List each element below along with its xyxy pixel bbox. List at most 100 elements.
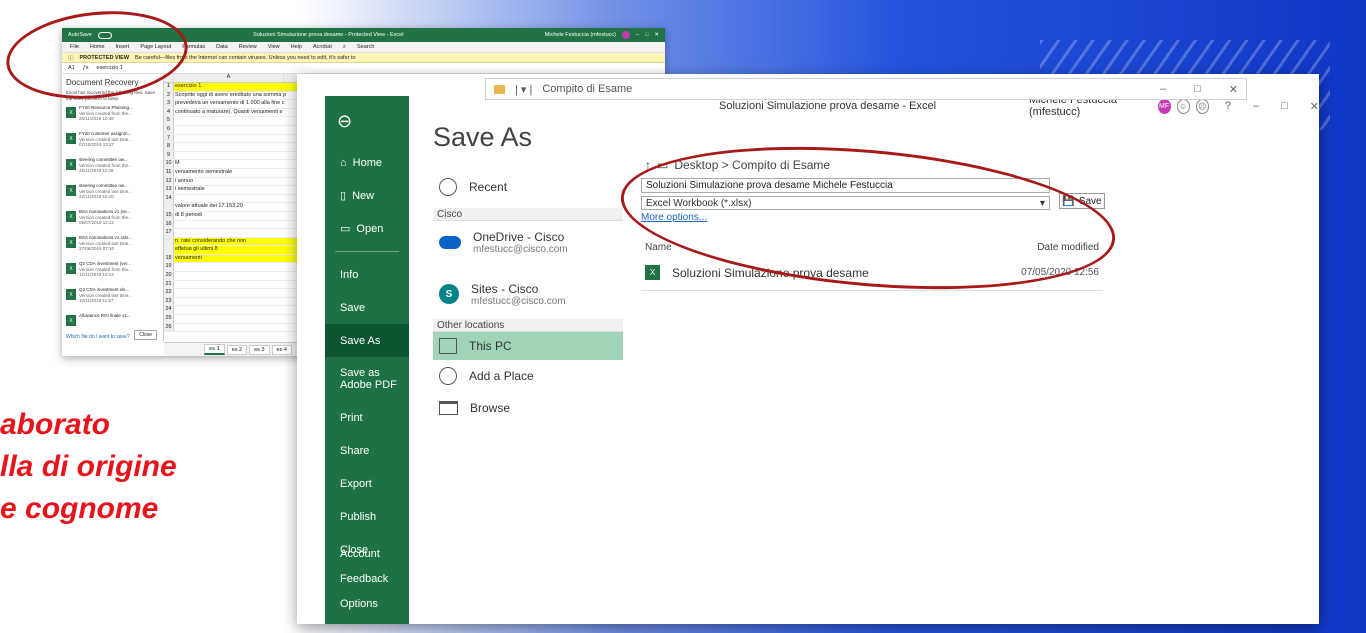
row-number[interactable]: 26 — [164, 323, 174, 332]
row-number[interactable]: 24 — [164, 306, 174, 315]
cell-a[interactable] — [174, 281, 284, 289]
ribbon-tab[interactable]: Home — [90, 44, 105, 50]
column-name[interactable]: Name — [645, 242, 672, 253]
cell-a[interactable] — [174, 195, 284, 203]
nav-print[interactable]: Print — [325, 401, 409, 434]
cell-a[interactable] — [174, 272, 284, 280]
cell-a[interactable]: effetua gli ultimi 8 — [174, 246, 284, 254]
smiley-icon[interactable]: ☺ — [1176, 98, 1190, 114]
minimize-icon[interactable]: – — [1160, 83, 1166, 96]
row-number[interactable]: 12 — [164, 177, 174, 186]
excel-backstage-window[interactable]: | ▾ | Compito di Esame – □ ✕ ⊖ ⌂ Home ▯ Ne… — [297, 74, 1319, 624]
ribbon-tab[interactable]: File — [70, 44, 79, 50]
row-number[interactable]: 5 — [164, 117, 174, 125]
file-type-select[interactable]: Excel Workbook (*.xlsx) ▾ — [641, 196, 1050, 210]
row-number[interactable]: 23 — [164, 297, 174, 306]
autosave-toggle[interactable] — [97, 31, 112, 39]
row-number[interactable]: 4 — [164, 108, 174, 117]
nav-save[interactable]: Save — [325, 291, 409, 324]
location-sites[interactable]: S Sites - Cisco mfestucc@cisco.com — [433, 273, 623, 315]
list-item[interactable]: X Soluzioni Simulazione prova desame 07/… — [641, 261, 1103, 291]
row-number[interactable]: 6 — [164, 125, 174, 134]
row-number[interactable]: 21 — [164, 280, 174, 289]
search-icon[interactable]: ⌕ — [343, 44, 346, 51]
back-maximize-icon[interactable]: □ — [645, 32, 648, 38]
row-number[interactable]: 9 — [164, 151, 174, 160]
ribbon-tab[interactable]: Help — [291, 44, 302, 50]
cell-a[interactable] — [174, 135, 284, 143]
row-number[interactable] — [164, 246, 174, 254]
recovery-file-item[interactable]: X FY20 Resource Planning... Version create… — [66, 105, 159, 127]
row-number[interactable]: 13 — [164, 186, 174, 194]
cell-a[interactable]: i annuo — [174, 178, 284, 186]
maximize-icon[interactable]: □ — [1194, 83, 1201, 96]
cell-a[interactable]: i semestrale — [174, 186, 284, 194]
row-number[interactable]: 14 — [164, 194, 174, 203]
row-number[interactable]: 25 — [164, 315, 174, 323]
cell-a[interactable] — [174, 289, 284, 297]
recovery-file-item[interactable]: X FY20 customer assignm... Version created… — [66, 131, 159, 153]
breadcrumb-path[interactable]: Desktop > Compito di Esame — [674, 158, 830, 172]
recovery-file-item[interactable]: X Q2 CDA investment (ver... Version create… — [66, 261, 159, 283]
cell-a[interactable] — [174, 306, 284, 314]
row-number[interactable]: 3 — [164, 100, 174, 108]
location-add-place[interactable]: Add a Place — [433, 360, 623, 392]
cell-a[interactable] — [174, 324, 284, 332]
nav-feedback[interactable]: Feedback — [325, 566, 409, 591]
row-number[interactable]: 19 — [164, 263, 174, 272]
cell-a[interactable] — [174, 263, 284, 271]
back-avatar[interactable] — [622, 31, 630, 39]
close-icon[interactable]: ✕ — [1229, 83, 1238, 96]
cell-a[interactable] — [174, 143, 284, 151]
ribbon-tab[interactable]: Formulas — [182, 44, 205, 50]
back-arrow-icon[interactable]: ⊖ — [325, 96, 409, 146]
ribbon-tab[interactable]: Insert — [116, 44, 130, 50]
nav-open[interactable]: ▭ Open — [325, 212, 409, 245]
cell-a[interactable] — [174, 298, 284, 306]
location-onedrive[interactable]: OneDrive - Cisco mfestucc@cisco.com — [433, 221, 623, 263]
ribbon-tab[interactable]: Acrobat — [313, 44, 332, 50]
nav-info[interactable]: Info — [325, 258, 409, 291]
recovery-file-item[interactable]: Xsteering committee ow... Version created… — [66, 183, 159, 205]
more-options-link[interactable]: More options... — [641, 212, 1106, 223]
minimize-icon[interactable]: – — [1253, 100, 1259, 112]
row-number[interactable]: 2 — [164, 91, 174, 100]
recovery-close-button[interactable]: Close — [134, 330, 157, 340]
column-date-modified[interactable]: Date modified — [1037, 242, 1099, 253]
cell-a[interactable] — [174, 315, 284, 323]
cell-a[interactable]: versamento semestrale — [174, 169, 284, 177]
location-recent[interactable]: Recent — [433, 166, 623, 208]
sheet-tab[interactable]: es 2 — [226, 344, 248, 355]
nav-export[interactable]: Export — [325, 467, 409, 500]
nav-new[interactable]: ▯ New — [325, 179, 409, 212]
help-icon[interactable]: ? — [1225, 100, 1231, 112]
nav-share[interactable]: Share — [325, 434, 409, 467]
cell-a[interactable]: continuato a maturare). Quanti versament… — [174, 109, 284, 117]
nav-home[interactable]: ⌂ Home — [325, 146, 409, 179]
ribbon-tab[interactable]: Data — [216, 44, 228, 50]
row-number[interactable]: 11 — [164, 168, 174, 177]
cell-a[interactable] — [174, 221, 284, 229]
back-minimize-icon[interactable]: – — [636, 32, 639, 38]
filename-input[interactable] — [641, 178, 1050, 193]
row-number[interactable]: 8 — [164, 143, 174, 151]
frown-icon[interactable]: ☹ — [1195, 98, 1209, 114]
recovery-file-item[interactable]: X Q2 CDA investment.xls... Version created… — [66, 287, 159, 309]
ribbon-tab[interactable]: Review — [239, 44, 257, 50]
which-file-link[interactable]: Which file do I want to save? — [66, 334, 130, 340]
cell-a[interactable]: M — [174, 160, 284, 168]
up-arrow-icon[interactable]: ↑ — [645, 158, 651, 172]
save-button[interactable]: 💾 Save — [1059, 193, 1105, 209]
sheet-tab[interactable]: es 1 — [204, 344, 225, 355]
user-avatar[interactable]: MF — [1157, 98, 1171, 114]
row-number[interactable]: 22 — [164, 289, 174, 297]
cell-a[interactable]: prevedeva un versamento di 1.000 alla fi… — [174, 100, 284, 108]
cell-a[interactable]: Scoprite oggi di avere ereditato una som… — [174, 92, 286, 100]
column-header[interactable]: A — [174, 74, 284, 82]
recovery-file-item[interactable]: X BSA nominations v1.xsls... Version creat… — [66, 235, 159, 257]
location-this-pc[interactable]: This PC — [433, 332, 623, 360]
cell-a[interactable] — [174, 229, 284, 237]
formula-content[interactable]: esercizio 1 — [97, 65, 123, 71]
row-number[interactable]: 16 — [164, 220, 174, 229]
cell-reference[interactable]: A1 — [68, 65, 75, 71]
